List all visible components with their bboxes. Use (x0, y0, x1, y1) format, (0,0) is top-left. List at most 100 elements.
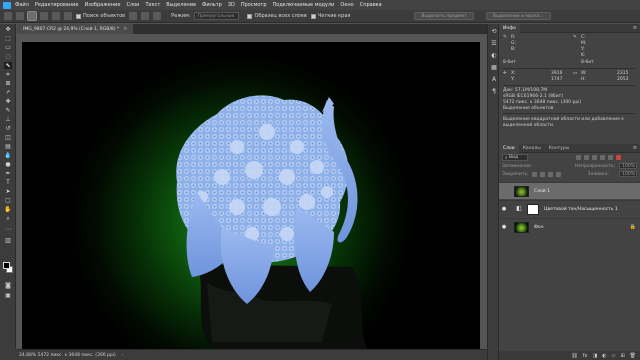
filter-smart-object-icon[interactable] (608, 155, 613, 160)
filter-adjustment-icon[interactable] (584, 155, 589, 160)
layer-row-hue-saturation[interactable]: ● ◧ Цветовой тон/Насыщенность 1 (499, 200, 640, 217)
subtract-selection-icon[interactable] (52, 12, 60, 20)
blend-mode-select[interactable]: Затемнение (502, 164, 542, 169)
lasso-tool-icon[interactable]: ◌ (4, 53, 12, 60)
mode-select[interactable]: Прямоугольник (194, 12, 240, 20)
visibility-eye-icon[interactable]: ● (500, 206, 508, 212)
foreground-color-swatch[interactable] (3, 262, 10, 269)
filter-shape-icon[interactable] (600, 155, 605, 160)
type-tool-icon[interactable]: T (4, 179, 12, 186)
visibility-eye-icon[interactable]: ● (500, 224, 508, 230)
lock-position-icon[interactable] (539, 171, 545, 177)
pen-tool-icon[interactable]: ✒ (4, 170, 12, 177)
edit-toolbar-icon[interactable]: ▥ (4, 237, 12, 244)
menu-help[interactable]: Справка (360, 2, 382, 8)
layer-row-background[interactable]: ● Фон 🔒 (499, 218, 640, 235)
select-subject-button[interactable]: Выделить предмет (414, 12, 474, 20)
tab-layers[interactable]: Слои (499, 143, 519, 153)
opacity-input[interactable]: 100% (619, 163, 637, 169)
menu-3d[interactable]: 3D (228, 2, 235, 8)
sample-all-layers-checkbox[interactable] (247, 13, 253, 19)
layer-name[interactable]: Цветовой тон/Насыщенность 1 (544, 207, 618, 212)
layer-name[interactable]: Фон (534, 225, 544, 230)
object-finder-toggle[interactable]: Поиск объектов (76, 13, 125, 19)
object-finder-checkbox[interactable] (76, 13, 81, 19)
hand-tool-icon[interactable]: ✋ (4, 206, 12, 213)
zoom-tool-icon[interactable]: ⌕ (4, 215, 12, 222)
blur-tool-icon[interactable]: 💧 (4, 152, 12, 159)
artboard-tool-icon[interactable]: ⬚ (4, 35, 12, 42)
layer-style-icon[interactable]: fx (583, 353, 588, 359)
intersect-selection-icon[interactable] (64, 12, 72, 20)
menu-filter[interactable]: Фильтр (202, 2, 222, 8)
lock-artboard-icon[interactable] (547, 171, 553, 177)
layer-kind-filter[interactable]: ⌕ Вид (502, 154, 528, 161)
menu-window[interactable]: Окно (340, 2, 353, 8)
menu-edit[interactable]: Редактирование (35, 2, 79, 8)
layer-row-layer1[interactable]: Слой 1 (499, 182, 640, 199)
canvas-area[interactable] (17, 34, 487, 349)
refresh-icon[interactable] (129, 12, 138, 20)
new-adjustment-icon[interactable]: ◐ (602, 353, 606, 359)
delete-layer-icon[interactable]: 🗑 (630, 353, 636, 359)
layer-name[interactable]: Слой 1 (534, 189, 550, 194)
lock-all-icon[interactable] (555, 171, 561, 177)
photoshop-logo-icon[interactable] (3, 1, 11, 9)
filter-type-icon[interactable] (592, 155, 597, 160)
clone-stamp-tool-icon[interactable]: ⊥ (4, 116, 12, 123)
object-selection-tool-icon[interactable]: ⬉ (4, 62, 12, 69)
dodge-tool-icon[interactable]: ● (4, 161, 12, 168)
gradient-tool-icon[interactable]: ▤ (4, 143, 12, 150)
path-selection-tool-icon[interactable]: ➤ (4, 188, 12, 195)
hard-edge-toggle[interactable]: Четкие края (310, 13, 350, 19)
quick-mask-icon[interactable]: ◙ (4, 282, 12, 289)
select-and-mask-button[interactable]: Выделение и маска... (485, 12, 551, 20)
menu-select[interactable]: Выделение (166, 2, 196, 8)
tab-info[interactable]: Инфо (499, 23, 520, 33)
screen-mode-icon[interactable]: ▣ (4, 292, 12, 299)
paragraph-panel-icon[interactable]: ¶ (490, 88, 498, 95)
character-panel-icon[interactable]: A (490, 76, 498, 83)
layer-mask-thumbnail[interactable] (527, 203, 539, 215)
panel-menu-icon[interactable]: ≡ (633, 25, 637, 31)
layers-panel-menu-icon[interactable]: ≡ (633, 145, 637, 151)
add-selection-icon[interactable] (40, 12, 48, 20)
tab-channels[interactable]: Каналы (519, 144, 545, 153)
status-menu-arrow-icon[interactable]: › (122, 353, 124, 358)
lock-pixels-icon[interactable] (531, 171, 537, 177)
new-group-icon[interactable]: ▱ (612, 353, 616, 359)
document-tab[interactable]: IMG_9807.CR2 @ 24,9% (Слой 1, RGB/8) * × (17, 24, 134, 34)
filter-pixel-icon[interactable] (576, 155, 581, 160)
more-tools-icon[interactable]: ⋯ (4, 226, 12, 233)
tool-preset-icon[interactable] (16, 12, 24, 20)
marquee-tool-icon[interactable]: ▭ (4, 44, 12, 51)
swatches-panel-icon[interactable]: ▦ (490, 64, 498, 71)
rectangle-tool-icon[interactable]: ▢ (4, 197, 12, 204)
move-tool-icon[interactable]: ✥ (4, 26, 12, 33)
settings-gear-icon[interactable] (153, 12, 162, 20)
healing-brush-tool-icon[interactable]: ✚ (4, 98, 12, 105)
crop-tool-icon[interactable]: ⌗ (4, 71, 12, 78)
menu-type[interactable]: Текст (145, 2, 160, 8)
document-image[interactable] (22, 42, 480, 349)
fill-input[interactable]: 100% (619, 171, 637, 177)
properties-panel-icon[interactable]: ☰ (490, 40, 498, 47)
adjustments-panel-icon[interactable]: ◐ (490, 52, 498, 59)
menu-view[interactable]: Просмотр (241, 2, 267, 8)
new-layer-icon[interactable]: ⊞ (620, 353, 624, 359)
history-panel-icon[interactable]: ⟲ (490, 28, 498, 35)
filter-toggle-icon[interactable] (616, 155, 621, 160)
hard-edge-checkbox[interactable] (310, 13, 316, 19)
menu-plugins[interactable]: Подключаемые модули (273, 2, 335, 8)
menu-image[interactable]: Изображение (84, 2, 120, 8)
menu-file[interactable]: Файл (15, 2, 29, 8)
tab-paths[interactable]: Контуры (545, 144, 574, 153)
frame-tool-icon[interactable]: ⊠ (4, 80, 12, 87)
menu-layers[interactable]: Слои (126, 2, 139, 8)
link-layers-icon[interactable]: ⛓ (571, 353, 577, 359)
new-selection-icon[interactable] (27, 11, 37, 21)
close-icon[interactable]: × (123, 26, 127, 32)
eyedropper-tool-icon[interactable]: ⌿ (4, 89, 12, 96)
home-icon[interactable] (4, 12, 12, 20)
show-all-objects-icon[interactable] (141, 12, 150, 20)
